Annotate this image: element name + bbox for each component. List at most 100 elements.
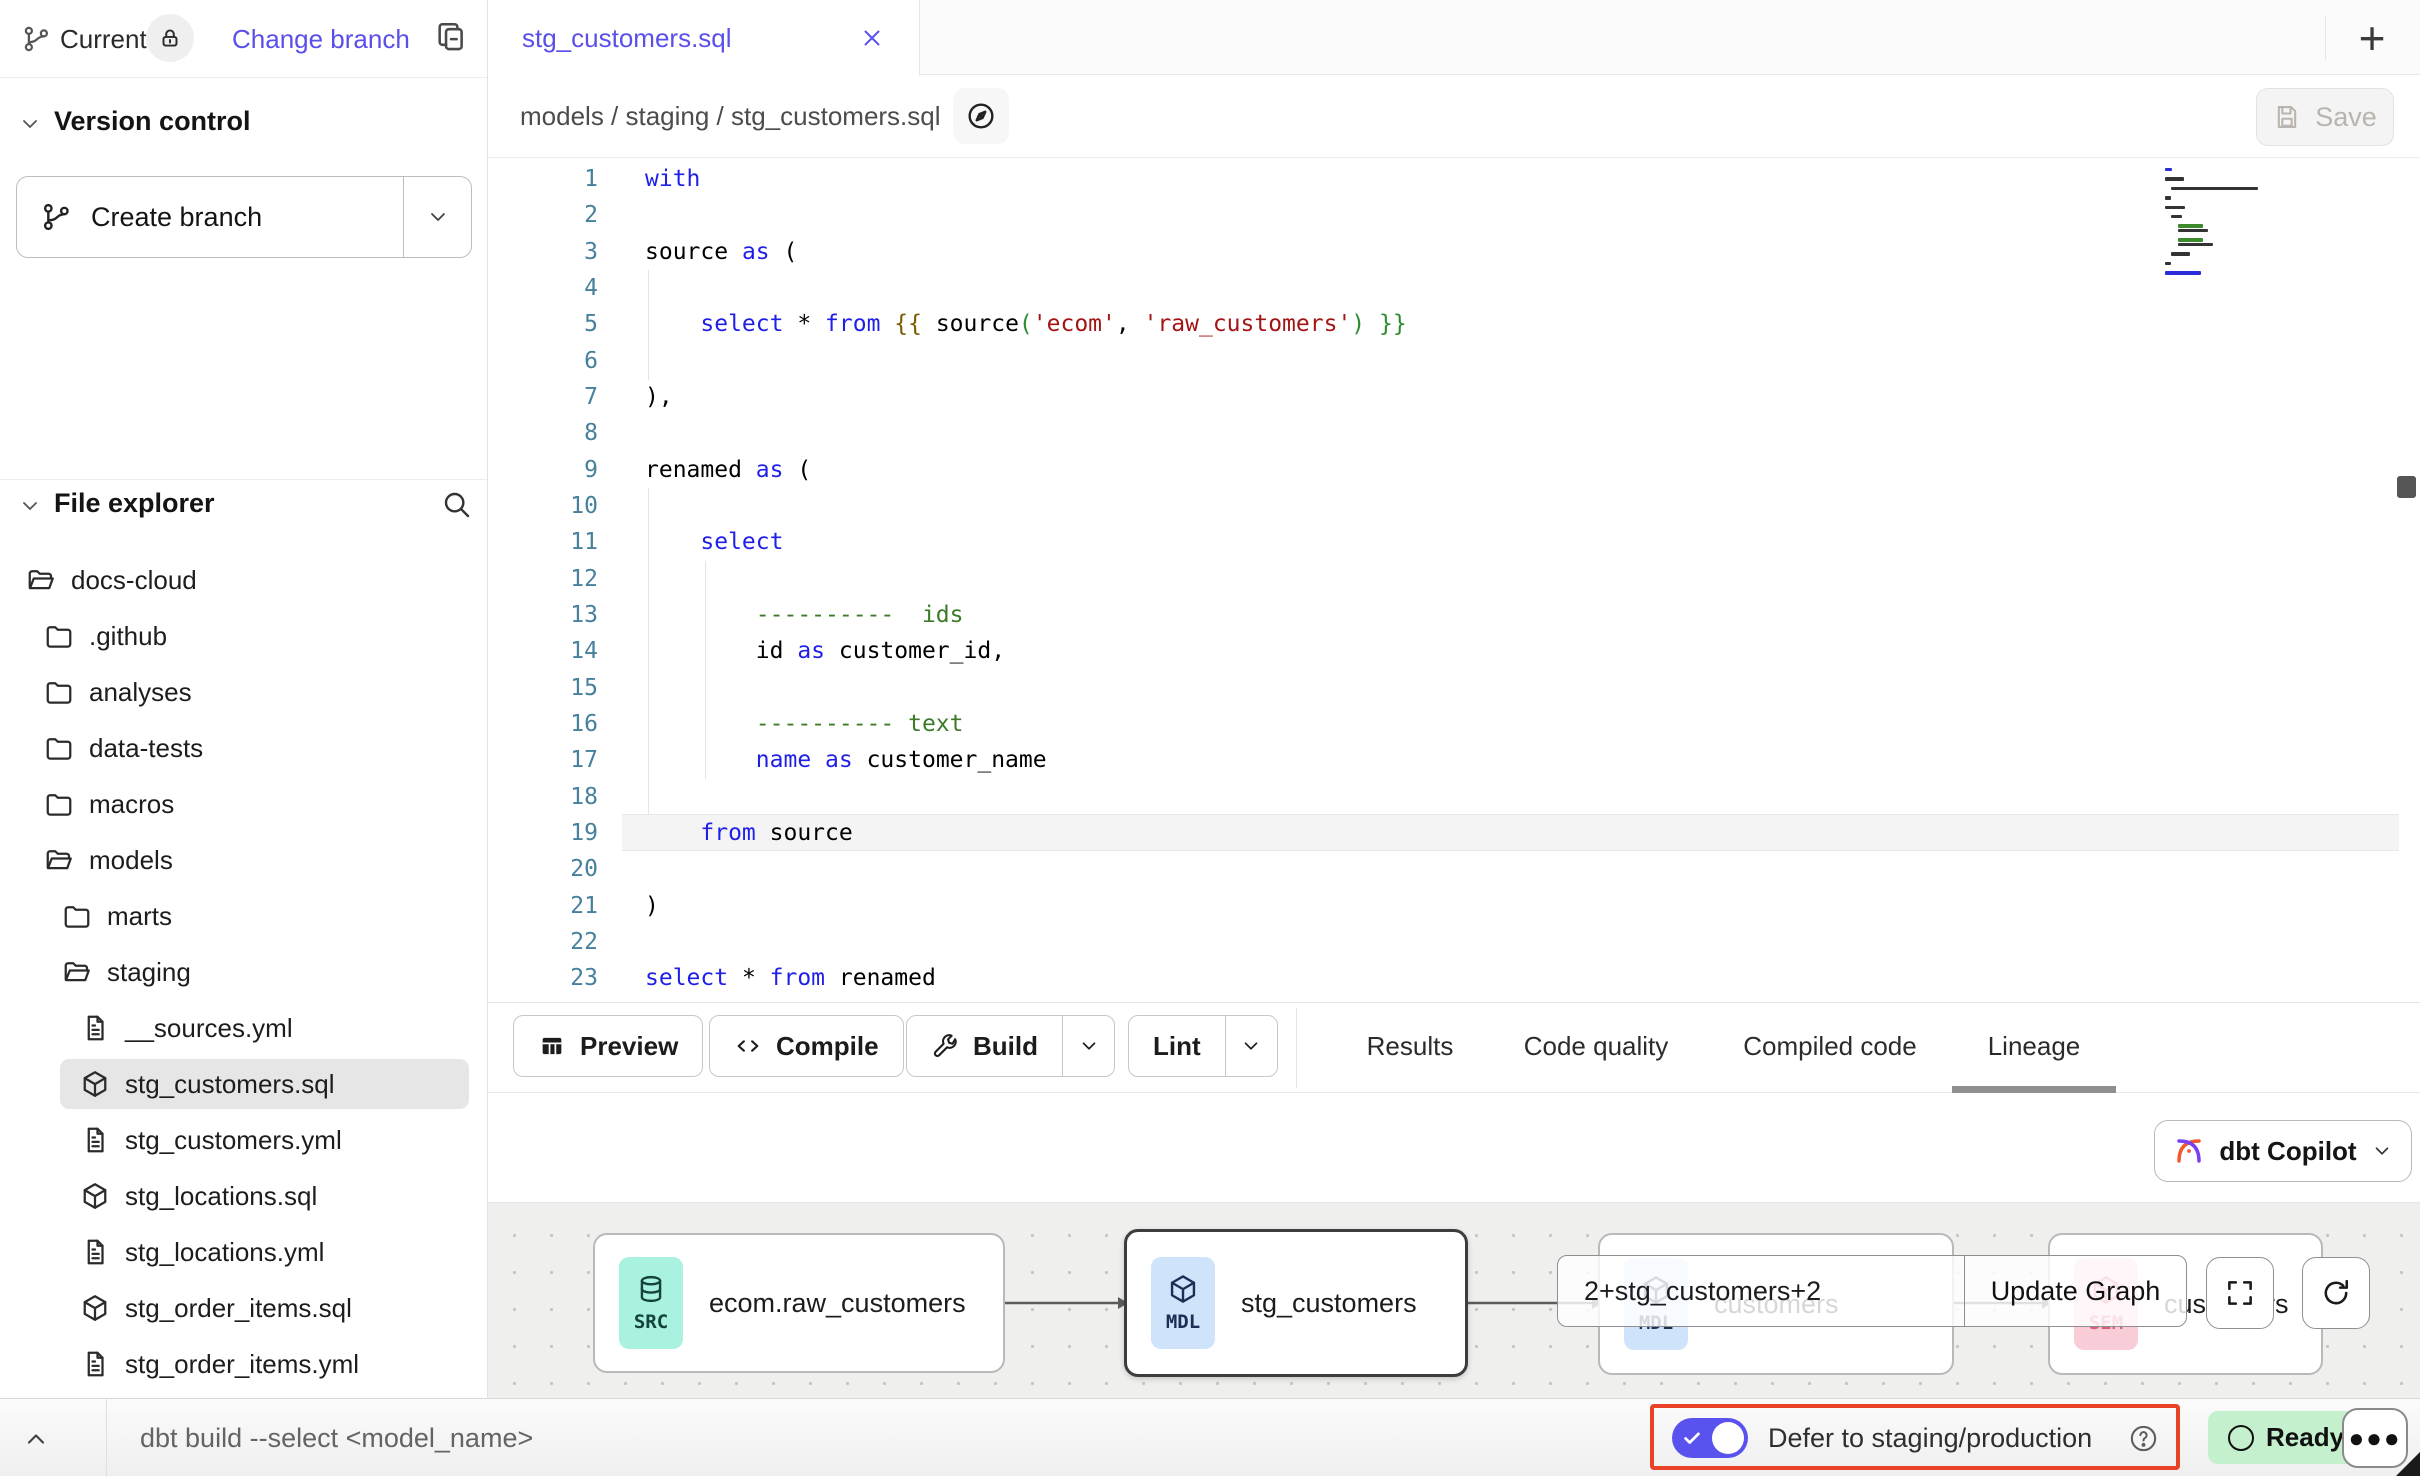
command-input[interactable]: [140, 1409, 1240, 1467]
build-button[interactable]: Build: [906, 1015, 1115, 1077]
line-number: 13: [488, 597, 598, 633]
file-tree-item-stg-locations-sql[interactable]: stg_locations.sql: [0, 1168, 487, 1224]
fullscreen-button[interactable]: [2206, 1257, 2274, 1329]
preview-button[interactable]: Preview: [513, 1015, 703, 1077]
lint-dropdown[interactable]: [1225, 1016, 1277, 1076]
line-number: 21: [488, 888, 598, 924]
file-tree-label: stg_order_items.sql: [125, 1293, 352, 1324]
minimap-line: [2165, 210, 2295, 213]
code-line: [645, 561, 1407, 597]
database-icon: [635, 1273, 667, 1305]
line-number: 23: [488, 960, 598, 996]
code-content[interactable]: with source as ( select * from {{ source…: [645, 161, 1407, 997]
file-tree-label: marts: [107, 901, 172, 932]
dag-node-stg-customers[interactable]: MDLstg_customers: [1124, 1229, 1468, 1377]
code-line: [645, 197, 1407, 233]
tab-compiled-code[interactable]: Compiled code: [1743, 1031, 1916, 1062]
tab-stg-customers-sql[interactable]: stg_customers.sql: [488, 0, 920, 76]
tab-code-quality[interactable]: Code quality: [1524, 1031, 1669, 1062]
file-tree-item-stg-order-items-yml[interactable]: stg_order_items.yml: [0, 1336, 487, 1392]
minimap-line: [2178, 238, 2204, 241]
chevron-down-icon: [1240, 1035, 1262, 1057]
tab-lineage[interactable]: Lineage: [1988, 1031, 2081, 1062]
tab-results[interactable]: Results: [1367, 1031, 1454, 1062]
version-control-chevron-icon[interactable]: [18, 112, 42, 136]
update-graph-button[interactable]: Update Graph: [1964, 1256, 2186, 1326]
create-branch-dropdown[interactable]: [403, 177, 471, 257]
code-line: name as customer_name: [645, 742, 1407, 778]
search-icon[interactable]: [440, 488, 472, 520]
create-branch-button[interactable]: Create branch: [16, 176, 472, 258]
new-tab-button[interactable]: +: [2344, 10, 2400, 66]
code-line: [645, 343, 1407, 379]
dbt-copilot-button[interactable]: dbt Copilot: [2154, 1120, 2412, 1182]
file-tree-item-staging[interactable]: staging: [0, 944, 487, 1000]
tab-title: stg_customers.sql: [522, 23, 732, 54]
file-tree-item-stg-customers-yml[interactable]: stg_customers.yml: [0, 1112, 487, 1168]
file-tree-item-models[interactable]: models: [0, 832, 487, 888]
file-tree-item-docs-cloud[interactable]: docs-cloud: [0, 552, 487, 608]
line-number-gutter: 1234567891011121314151617181920212223: [488, 161, 598, 997]
close-icon[interactable]: [859, 25, 885, 51]
build-dropdown[interactable]: [1062, 1016, 1114, 1076]
line-number: 11: [488, 524, 598, 560]
line-number: 5: [488, 306, 598, 342]
file-tree-label: __sources.yml: [125, 1013, 293, 1044]
refresh-button[interactable]: [2302, 1257, 2370, 1329]
lint-label: Lint: [1153, 1031, 1201, 1062]
file-tree-item--sources-yml[interactable]: __sources.yml: [0, 1000, 487, 1056]
breadcrumb-row: models / staging / stg_customers.sql Sav…: [488, 75, 2420, 158]
lineage-selector-bar: Update Graph: [1557, 1255, 2187, 1327]
copy-icon[interactable]: [434, 20, 468, 54]
file-tree-item-stg-order-items-sql[interactable]: stg_order_items.sql: [0, 1280, 487, 1336]
save-button[interactable]: Save: [2256, 88, 2394, 146]
file-tree-label: docs-cloud: [71, 565, 197, 596]
lint-button[interactable]: Lint: [1128, 1015, 1278, 1077]
line-number: 3: [488, 234, 598, 270]
file-tree-item-analyses[interactable]: analyses: [0, 664, 487, 720]
folder-icon: [44, 677, 74, 707]
minimap-line: [2165, 266, 2295, 269]
file-tree-item--github[interactable]: .github: [0, 608, 487, 664]
tab-strip: stg_customers.sql +: [488, 0, 2420, 75]
breadcrumb: models / staging / stg_customers.sql: [520, 101, 941, 132]
minimap-line: [2171, 187, 2258, 190]
code-line: select: [645, 524, 1407, 560]
line-number: 12: [488, 561, 598, 597]
compile-button[interactable]: Compile: [709, 1015, 904, 1077]
line-number: 1: [488, 161, 598, 197]
file-tree-item-macros[interactable]: macros: [0, 776, 487, 832]
ide-status-button[interactable]: [953, 88, 1009, 144]
resize-corner: [2396, 1452, 2420, 1476]
save-icon: [2273, 103, 2301, 131]
chevron-up-icon[interactable]: [22, 1425, 50, 1453]
file-tree-label: analyses: [89, 677, 192, 708]
folder-icon: [62, 957, 92, 987]
build-label: Build: [973, 1031, 1038, 1062]
code-line: [645, 488, 1407, 524]
defer-toggle[interactable]: [1672, 1418, 1748, 1458]
file-tree-item-stg-locations-yml[interactable]: stg_locations.yml: [0, 1224, 487, 1280]
change-branch-link[interactable]: Change branch: [232, 24, 410, 55]
code-line: source as (: [645, 234, 1407, 270]
line-number: 2: [488, 197, 598, 233]
minimap-line: [2165, 168, 2172, 171]
minimap[interactable]: [2165, 168, 2295, 276]
help-icon[interactable]: [2128, 1423, 2159, 1454]
node-title: ecom.raw_customers: [709, 1288, 966, 1319]
git-branch-icon: [22, 24, 52, 54]
file-tree-item-marts[interactable]: marts: [0, 888, 487, 944]
file-explorer-chevron-icon[interactable]: [18, 494, 42, 518]
file-tree-item-stg-customers-sql[interactable]: stg_customers.sql: [0, 1056, 487, 1112]
code-editor[interactable]: 1234567891011121314151617181920212223 wi…: [488, 158, 2420, 1003]
refresh-icon: [2319, 1276, 2353, 1310]
scrollbar-handle[interactable]: [2397, 476, 2416, 498]
lineage-graph-panel[interactable]: SRCecom.raw_customersMDLstg_customersMDL…: [488, 1202, 2420, 1398]
minimap-line: [2165, 262, 2171, 265]
divider: [1296, 1008, 1297, 1088]
lineage-selector-input[interactable]: [1558, 1256, 1964, 1326]
file-tree-item-data-tests[interactable]: data-tests: [0, 720, 487, 776]
dag-node-ecom-raw-customers[interactable]: SRC ecom.raw_customers: [593, 1233, 1005, 1373]
minimap-line: [2171, 215, 2181, 218]
node-type-badge: SRC: [619, 1257, 683, 1349]
